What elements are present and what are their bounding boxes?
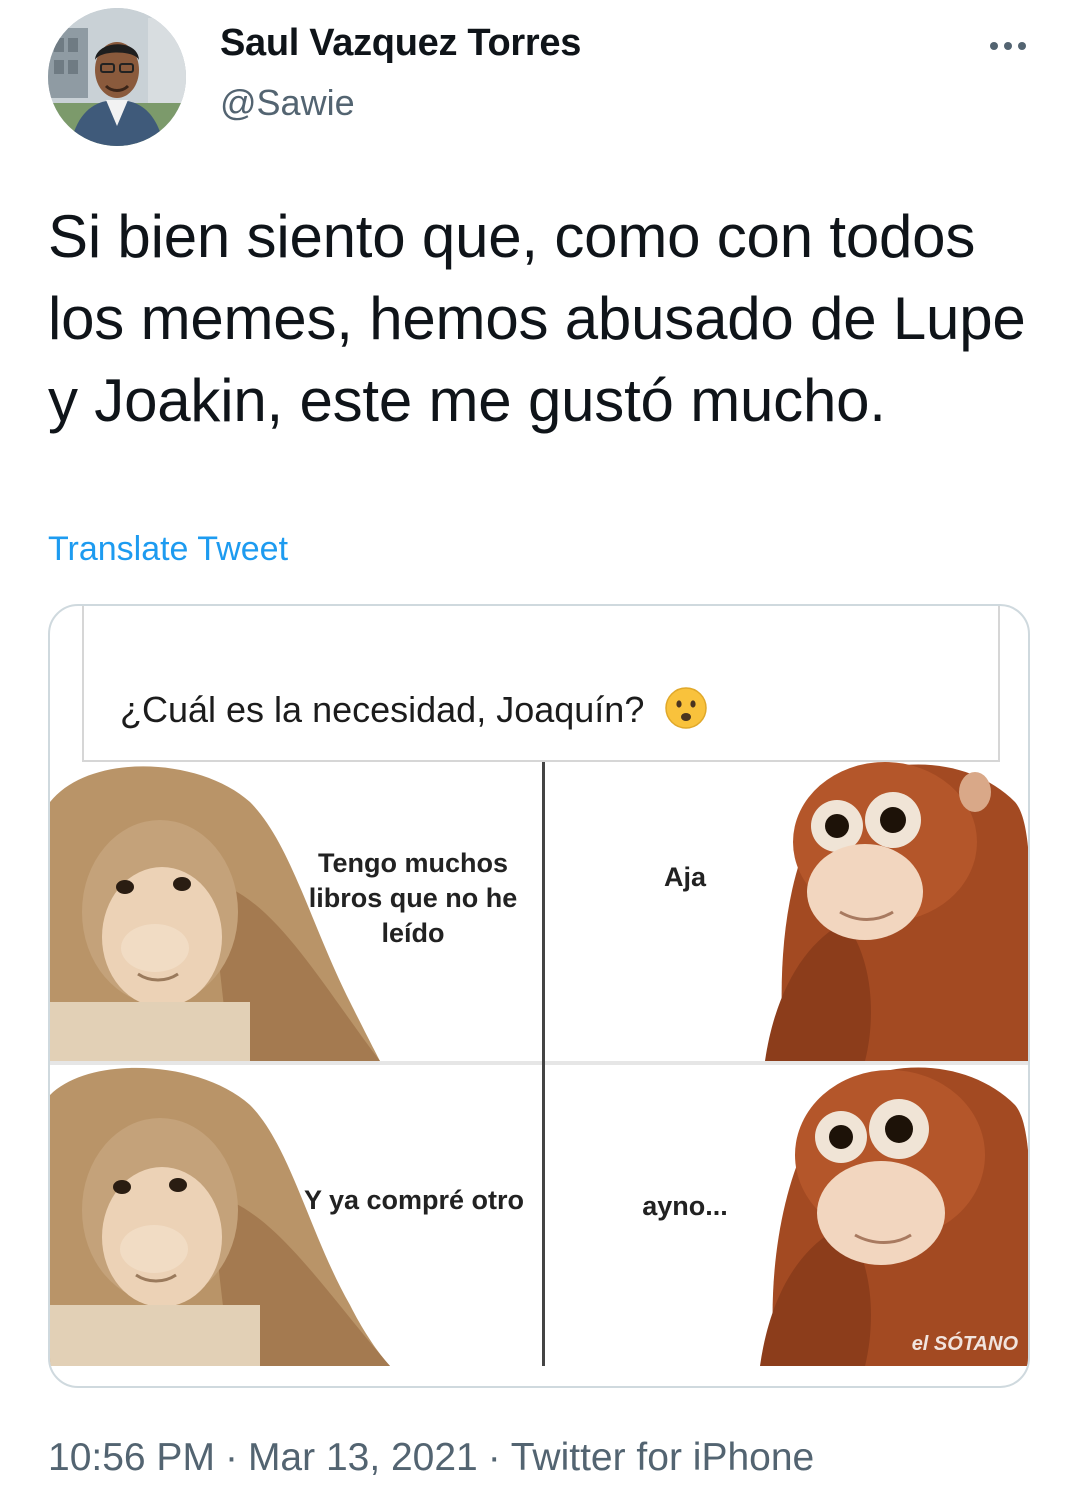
meme-panel-4: ayno... el SÓTANO (545, 1065, 1028, 1366)
meme-caption-box: ¿Cuál es la necesidad, Joaquín? (82, 606, 1000, 762)
avatar[interactable] (48, 8, 186, 146)
panel-1-label: Tengo muchos libros que no he leído (308, 848, 518, 948)
tweet-time[interactable]: 10:56 PM (48, 1436, 215, 1479)
panel-3-label: Y ya compré otro (303, 1185, 525, 1215)
translate-tweet-link[interactable]: Translate Tweet (48, 530, 288, 569)
meme-panel-1: Tengo muchos libros que no he leído (50, 762, 542, 1061)
tweet-date[interactable]: Mar 13, 2021 (248, 1436, 478, 1479)
tweet-timestamp: 10:56 PM · Mar 13, 2021 · Twitter for iPhone (48, 1436, 815, 1479)
author-display-name[interactable]: Saul Vazquez Torres (220, 22, 581, 65)
author-handle[interactable]: @Sawie (220, 82, 355, 124)
el-sotano-watermark-logo: el SÓTANO (911, 1333, 1018, 1355)
tweet-source-link[interactable]: Twitter for iPhone (511, 1436, 814, 1479)
panel-divider-horizontal (50, 1061, 1028, 1065)
tweet-media-image[interactable]: ¿Cuál es la necesidad, Joaquín? Tengo mu… (48, 604, 1030, 1388)
orangutan-plush-image (765, 762, 1028, 1061)
worried-face-icon (664, 686, 708, 739)
meme-caption-text: ¿Cuál es la necesidad, Joaquín? (120, 689, 645, 731)
panel-2-label: Aja (663, 862, 707, 892)
panel-4-label: ayno... (642, 1191, 728, 1221)
meme-panel-2: Aja (545, 762, 1028, 1061)
panel-divider-vertical (542, 762, 545, 1366)
tweet-card: Saul Vazquez Torres @Sawie Si bien sient… (0, 0, 1080, 1498)
meme-panel-3: Y ya compré otro (50, 1065, 542, 1366)
meme-caption: ¿Cuál es la necesidad, Joaquín? (120, 686, 708, 739)
avatar-photo (48, 8, 186, 146)
more-options-button[interactable] (978, 26, 1038, 66)
more-dots-icon (990, 42, 998, 50)
tweet-text: Si bien siento que, como con todos los m… (48, 203, 1026, 434)
